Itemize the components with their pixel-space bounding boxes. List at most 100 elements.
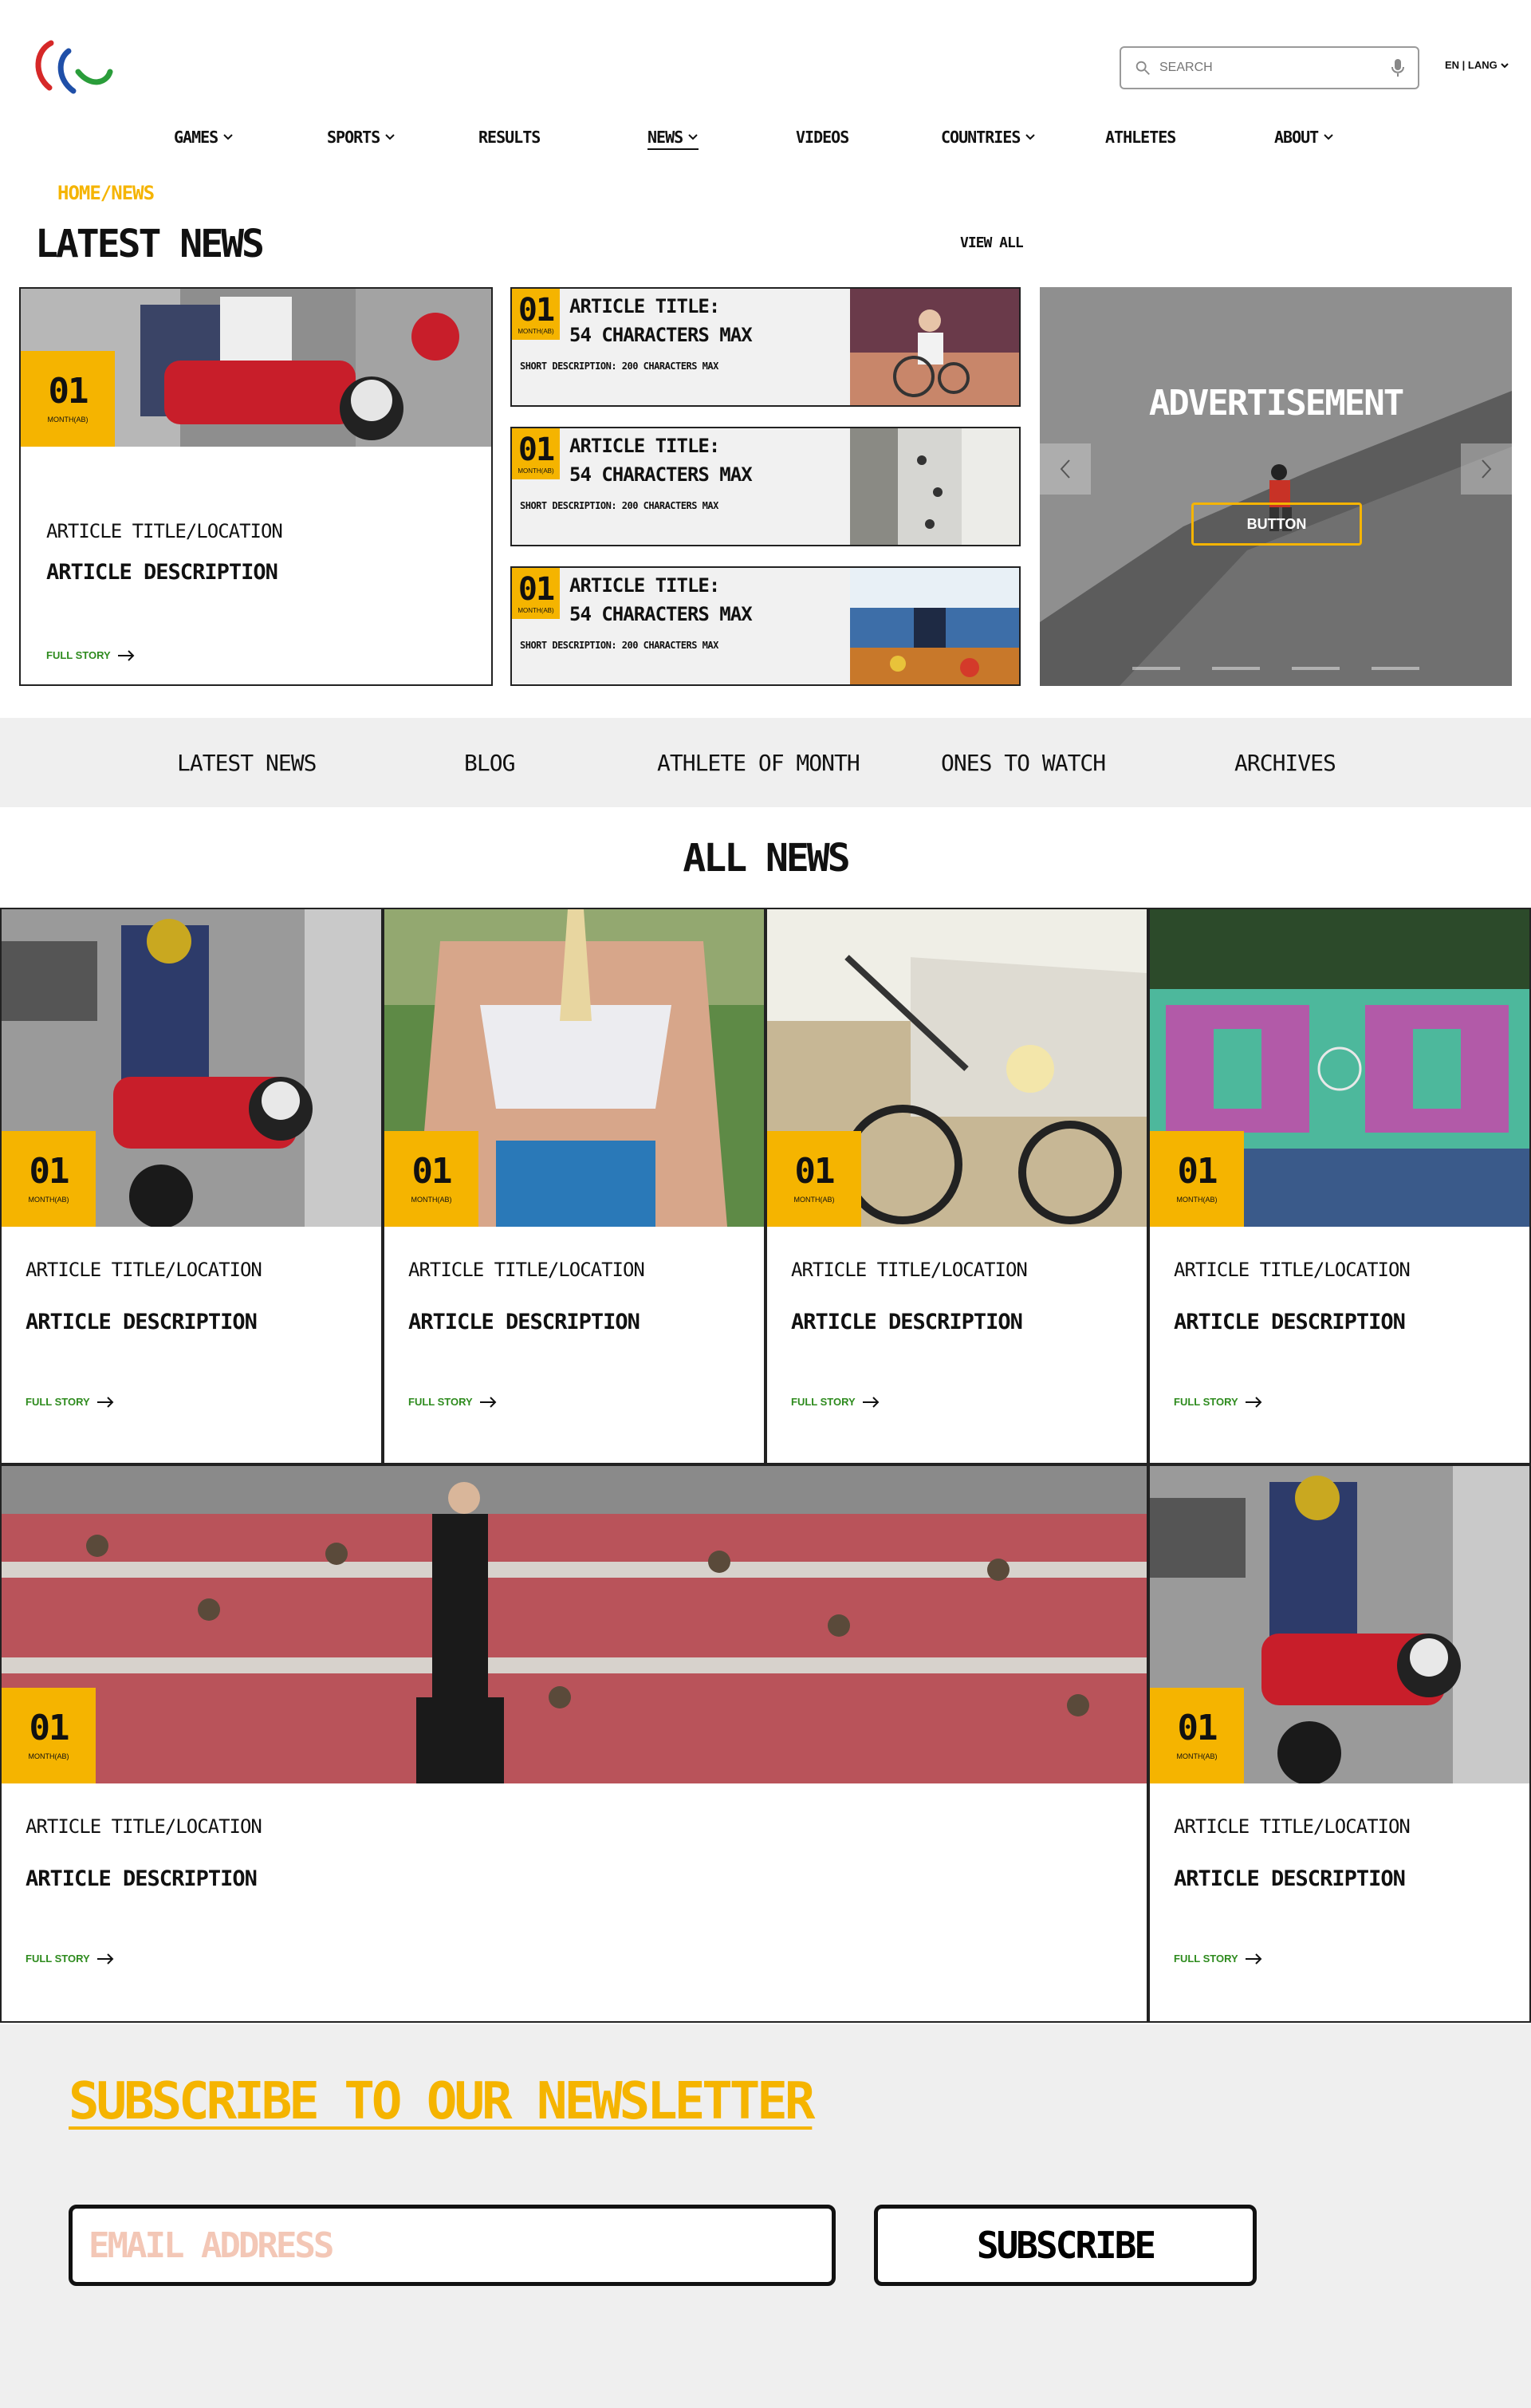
chevron-down-icon — [1501, 62, 1509, 68]
arrow-right-icon — [96, 1953, 114, 1965]
tab-archives[interactable]: ARCHIVES — [1234, 750, 1336, 776]
chevron-right-icon — [1482, 459, 1492, 479]
news-card[interactable]: 01 MONTH(AB) ARTICLE TITLE/LOCATION ARTIC… — [1148, 908, 1531, 1464]
date-month: MONTH(AB) — [47, 416, 89, 424]
article-location: ARTICLE TITLE/LOCATION — [1174, 1259, 1411, 1281]
advertisement-title: ADVERTISEMENT — [1148, 383, 1404, 424]
article-description: ARTICLE DESCRIPTION — [1174, 1866, 1406, 1891]
microphone-icon[interactable] — [1391, 58, 1405, 77]
full-story-link[interactable]: FULL STORY — [26, 1953, 114, 1965]
newsletter-title: SUBSCRIBE TO OUR NEWSLETTER — [69, 2072, 815, 2131]
news-card[interactable]: 01 MONTH(AB) ARTICLE TITLE/LOCATION ARTIC… — [766, 908, 1148, 1464]
full-story-label: FULL STORY — [791, 1396, 856, 1408]
nav-item-games[interactable]: GAMES — [174, 128, 234, 147]
chevron-down-icon — [1324, 134, 1333, 140]
nav-item-about[interactable]: ABOUT — [1274, 128, 1334, 147]
article-title: ARTICLE TITLE: 54 CHARACTERS MAX — [569, 292, 753, 349]
small-article-card[interactable]: 01 MONTH(AB) ARTICLE TITLE: 54 CHARACTERS … — [510, 287, 1021, 407]
news-card[interactable]: 01 MONTH(AB) ARTICLE TITLE/LOCATION ARTIC… — [383, 908, 766, 1464]
chevron-down-icon — [1025, 134, 1036, 140]
full-story-link[interactable]: FULL STORY — [1174, 1953, 1262, 1965]
date-badge: 01 MONTH(AB) — [21, 351, 115, 447]
featured-article-card[interactable]: 01 MONTH(AB) ARTICLE TITLE/LOCATION ARTI… — [19, 287, 493, 686]
search-box[interactable] — [1120, 46, 1419, 89]
date-badge: 01 MONTH(AB) — [384, 1131, 478, 1227]
tab-athlete-of-month[interactable]: ATHLETE OF MONTH — [657, 750, 860, 776]
subscribe-button[interactable]: SUBSCRIBE — [874, 2205, 1257, 2286]
article-description: ARTICLE DESCRIPTION — [46, 560, 278, 585]
date-badge: 01 MONTH(AB) — [1150, 1688, 1244, 1783]
nav-item-results[interactable]: RESULTS — [478, 128, 541, 147]
article-title: ARTICLE TITLE: 54 CHARACTERS MAX — [569, 432, 753, 489]
email-field[interactable] — [69, 2205, 836, 2286]
nav-item-videos[interactable]: VIDEOS — [796, 128, 849, 147]
nav-label: NEWS — [647, 128, 683, 147]
tab-latest-news[interactable]: LATEST NEWS — [177, 750, 317, 776]
advertisement-button[interactable]: BUTTON — [1191, 502, 1362, 546]
date-day: 01 — [518, 570, 555, 608]
date-month: MONTH(AB) — [28, 1752, 69, 1760]
news-card[interactable]: 01 MONTH(AB) ARTICLE TITLE/LOCATION ARTIC… — [1148, 1464, 1531, 2023]
full-story-link[interactable]: FULL STORY — [46, 649, 135, 661]
date-month: MONTH(AB) — [1176, 1752, 1218, 1760]
news-card[interactable]: 01 MONTH(AB) ARTICLE TITLE/LOCATION ARTIC… — [0, 908, 383, 1464]
date-day: 01 — [29, 1151, 70, 1192]
full-story-link[interactable]: FULL STORY — [408, 1396, 497, 1408]
date-badge: 01 MONTH(AB) — [2, 1131, 96, 1227]
nav-item-sports[interactable]: SPORTS — [327, 128, 396, 147]
small-article-card[interactable]: 01 MONTH(AB) ARTICLE TITLE: 54 CHARACTERS … — [510, 427, 1021, 546]
article-title-line: ARTICLE TITLE: — [569, 574, 720, 597]
carousel-dot[interactable] — [1292, 667, 1340, 670]
view-all-link[interactable]: VIEW ALL — [960, 234, 1024, 251]
carousel-dot[interactable] — [1132, 667, 1180, 670]
main-nav: GAMES SPORTS RESULTS NEWS VIDEOS COUNTRI… — [0, 128, 1531, 160]
article-short-description: SHORT DESCRIPTION: 200 CHARACTERS MAX — [520, 640, 718, 651]
date-month: MONTH(AB) — [793, 1196, 835, 1204]
advertisement-carousel[interactable]: ADVERTISEMENT BUTTON — [1040, 287, 1512, 686]
nav-label: ABOUT — [1274, 128, 1319, 147]
carousel-prev-button[interactable] — [1040, 443, 1091, 495]
arrow-right-icon — [479, 1396, 497, 1408]
article-location: ARTICLE TITLE/LOCATION — [26, 1815, 262, 1838]
date-month: MONTH(AB) — [1176, 1196, 1218, 1204]
tab-blog[interactable]: BLOG — [464, 750, 515, 776]
date-day: 01 — [1177, 1708, 1218, 1748]
chevron-down-icon — [385, 134, 395, 140]
date-month: MONTH(AB) — [28, 1196, 69, 1204]
wheelchair-racer-image — [850, 289, 1019, 405]
full-story-label: FULL STORY — [46, 649, 111, 661]
news-card-wide[interactable]: 01 MONTH(AB) ARTICLE TITLE/LOCATION ARTIC… — [0, 1464, 1148, 2023]
date-badge: 01 MONTH(AB) — [512, 428, 560, 479]
search-input[interactable] — [1159, 61, 1391, 75]
date-day: 01 — [29, 1708, 70, 1748]
article-title-line: 54 CHARACTERS MAX — [569, 603, 753, 625]
arrow-right-icon — [862, 1396, 880, 1408]
full-story-link[interactable]: FULL STORY — [791, 1396, 880, 1408]
date-badge: 01 MONTH(AB) — [512, 289, 560, 340]
date-day: 01 — [518, 291, 555, 329]
language-selector[interactable]: EN | LANG — [1445, 59, 1509, 71]
small-article-card[interactable]: 01 MONTH(AB) ARTICLE TITLE: 54 CHARACTERS … — [510, 566, 1021, 686]
full-story-label: FULL STORY — [26, 1396, 90, 1408]
full-story-link[interactable]: FULL STORY — [26, 1396, 114, 1408]
arrow-right-icon — [117, 649, 135, 661]
carousel-next-button[interactable] — [1461, 443, 1512, 495]
nav-item-athletes[interactable]: ATHLETES — [1105, 128, 1176, 147]
article-description: ARTICLE DESCRIPTION — [408, 1310, 640, 1334]
rugby-stadium-image — [2, 1466, 1147, 1783]
tab-ones-to-watch[interactable]: ONES TO WATCH — [941, 750, 1106, 776]
article-description: ARTICLE DESCRIPTION — [26, 1310, 258, 1334]
carousel-dot[interactable] — [1212, 667, 1260, 670]
date-badge: 01 MONTH(AB) — [767, 1131, 861, 1227]
article-short-description: SHORT DESCRIPTION: 200 CHARACTERS MAX — [520, 500, 718, 511]
arrow-right-icon — [1245, 1953, 1262, 1965]
paralympic-logo[interactable] — [27, 35, 115, 99]
full-story-link[interactable]: FULL STORY — [1174, 1396, 1262, 1408]
nav-item-news[interactable]: NEWS — [647, 128, 699, 150]
date-month: MONTH(AB) — [518, 606, 554, 614]
carousel-dot[interactable] — [1372, 667, 1419, 670]
full-story-label: FULL STORY — [26, 1953, 90, 1965]
date-day: 01 — [48, 371, 89, 412]
nav-item-countries[interactable]: COUNTRIES — [941, 128, 1036, 147]
breadcrumb[interactable]: HOME/NEWS — [57, 182, 155, 204]
